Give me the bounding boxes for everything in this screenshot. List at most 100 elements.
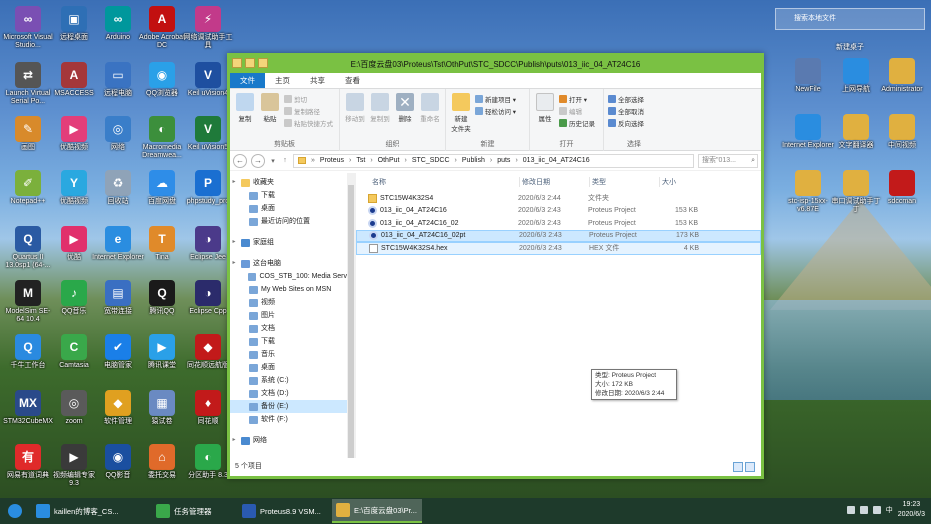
column-name[interactable]: 名称: [370, 176, 520, 187]
input-language[interactable]: 中: [886, 505, 893, 515]
nav-item[interactable]: 系统 (C:): [230, 374, 347, 387]
breadcrumb-segment[interactable]: Proteus: [320, 157, 344, 164]
desktop-shortcut[interactable]: ⚡ 网络调试助手工具: [182, 6, 234, 50]
chevron-right-icon[interactable]: ›: [349, 157, 351, 164]
history-button[interactable]: 历史记录: [559, 118, 595, 128]
chevron-right-icon[interactable]: ›: [404, 157, 406, 164]
desktop-shortcut[interactable]: Q 千牛工作台: [2, 334, 54, 370]
nav-item[interactable]: 备份 (E:): [230, 400, 347, 413]
file-row[interactable]: 013_iic_04_AT24C16 2020/6/3 2:43 Proteus P…: [356, 205, 761, 218]
cut-button[interactable]: 剪切: [284, 94, 333, 104]
column-size[interactable]: 大小: [660, 177, 700, 187]
file-row[interactable]: 013_iic_04_AT24C16_02pt 2020/6/3 2:43 Prot…: [356, 229, 761, 242]
breadcrumb-segment[interactable]: 013_iic_04_AT24C16: [523, 157, 590, 164]
new-item-button[interactable]: 新建项目 ▾: [475, 94, 516, 104]
select-none-button[interactable]: 全部取消: [608, 106, 644, 116]
expand-caret-icon[interactable]: ▸: [230, 434, 238, 447]
desktop-shortcut[interactable]: 有网易有道词典: [2, 444, 54, 480]
nav-item[interactable]: 音乐: [230, 348, 347, 361]
nav-item[interactable]: 文档 (D:): [230, 387, 347, 400]
open-button[interactable]: 打开 ▾: [559, 94, 595, 104]
nav-item[interactable]: 最近访问的位置: [230, 215, 347, 228]
nav-item[interactable]: 桌面: [230, 202, 347, 215]
breadcrumb-segment[interactable]: Tst: [356, 157, 365, 164]
desktop-shortcut[interactable]: ✐ Notepad++: [2, 170, 54, 206]
clock[interactable]: 19:23 2020/6/3: [898, 500, 925, 520]
taskbar-app-button[interactable]: kaillen的博客_CS...: [32, 499, 150, 523]
back-button[interactable]: ←: [233, 153, 247, 168]
desktop-shortcut[interactable]: 中间视频: [876, 114, 928, 150]
desktop-shortcut[interactable]: ▦ 猿试卷: [136, 390, 188, 426]
desktop-shortcut[interactable]: ⌂ 委托交易: [136, 444, 188, 480]
search-input[interactable]: 搜索"013... ⌕: [698, 153, 758, 168]
recent-locations-button[interactable]: ▾: [269, 157, 277, 165]
chevron-right-icon[interactable]: ›: [370, 157, 372, 164]
desktop-shortcut[interactable]: M ModelSim SE-64 10.4: [2, 280, 54, 324]
expand-caret-icon[interactable]: ▸: [230, 176, 238, 189]
easy-access-button[interactable]: 轻松访问 ▾: [475, 106, 516, 116]
desktop-shortcut[interactable]: T Tina: [136, 226, 188, 262]
nav-item[interactable]: 下载: [230, 189, 347, 202]
breadcrumb-segment[interactable]: STC_SDCC: [412, 157, 450, 164]
tray-network-icon[interactable]: [846, 506, 855, 514]
paste-shortcut-button[interactable]: 粘贴快捷方式: [284, 118, 333, 128]
desktop-shortcut[interactable]: Administrator: [876, 58, 928, 94]
forward-button[interactable]: →: [251, 153, 265, 168]
tab-share[interactable]: 共享: [300, 73, 335, 88]
desktop-shortcut[interactable]: ∞ Microsoft Visual Studio...: [2, 6, 54, 50]
start-button[interactable]: [0, 499, 30, 523]
desktop-shortcut[interactable]: ◉ QQ浏览器: [136, 62, 188, 98]
nav-section-header[interactable]: ▸ 网络: [230, 434, 347, 447]
nav-section-header[interactable]: ▸ 家庭组: [230, 236, 347, 249]
desktop-shortcut[interactable]: sdccman: [876, 170, 928, 206]
chevron-right-icon[interactable]: ›: [515, 157, 517, 164]
desktop-shortcut[interactable]: ◐ Macromedia Dreamwea...: [136, 116, 188, 160]
desktop-shortcut[interactable]: ⇄ Launch Virtual Serial Po...: [2, 62, 54, 106]
nav-section-header[interactable]: ▸ 收藏夹: [230, 176, 347, 189]
desktop-shortcut[interactable]: MX STM32CubeMX: [2, 390, 54, 426]
desktop-shortcut[interactable]: ✎ 画图: [2, 116, 54, 152]
invert-selection-button[interactable]: 反向选择: [608, 118, 644, 128]
address-bar[interactable]: » Proteus › Tst › OthPut › STC_SDCC › Publish › pu…: [293, 153, 694, 168]
select-all-button[interactable]: 全部选择: [608, 94, 644, 104]
taskbar-app-button[interactable]: Proteus8.9 VSM...: [238, 499, 330, 523]
nav-item[interactable]: 图片: [230, 309, 347, 322]
column-date[interactable]: 修改日期: [520, 176, 590, 187]
desktop-shortcut[interactable]: 文字翻译器: [830, 114, 882, 150]
desktop-shortcut[interactable]: Q 腾讯QQ: [136, 280, 188, 316]
chevron-right-icon[interactable]: ›: [455, 157, 457, 164]
large-icons-view-icon[interactable]: [745, 462, 755, 472]
desktop-shortcut[interactable]: A Adobe Acrobat DC: [136, 6, 188, 50]
desktop-shortcut[interactable]: 上网导航: [830, 58, 882, 94]
file-row[interactable]: 013_iic_04_AT24C16_02 2020/6/3 2:43 Proteu…: [356, 217, 761, 230]
taskbar-app-button[interactable]: 任务管理器: [152, 499, 236, 523]
nav-item[interactable]: 文档: [230, 322, 347, 335]
title-bar[interactable]: E:\百度云盘03\Proteus\Tst\OthPut\STC_SDCC\Pu…: [230, 56, 761, 73]
details-view-icon[interactable]: [733, 462, 743, 472]
edit-button[interactable]: 编辑: [559, 106, 595, 116]
tab-view[interactable]: 查看: [335, 73, 370, 88]
nav-section-header[interactable]: ▸ 这台电脑: [230, 257, 347, 270]
taskbar-app-button[interactable]: E:\百度云盘03\Pr...: [332, 499, 422, 523]
nav-item[interactable]: 视频: [230, 296, 347, 309]
file-row[interactable]: STC15W4K32S4 2020/6/3 2:44 文件夹: [356, 192, 761, 205]
nav-item[interactable]: COS_STB_100: Media Serv: [230, 270, 347, 283]
desktop-shortcut[interactable]: Internet Explorer: [782, 114, 834, 150]
desktop-shortcut[interactable]: NewFile: [782, 58, 834, 94]
tab-file[interactable]: 文件: [230, 73, 265, 88]
desktop-shortcut[interactable]: Q Quartus II 13.0sp1 (64-...: [2, 226, 54, 270]
desktop-search-box[interactable]: 搜索本地文件: [775, 8, 925, 30]
column-type[interactable]: 类型: [590, 176, 660, 187]
expand-caret-icon[interactable]: ▸: [230, 257, 238, 270]
navigation-scrollbar-thumb[interactable]: [348, 185, 354, 458]
nav-item[interactable]: 软件 (F:): [230, 413, 347, 426]
desktop-shortcut[interactable]: ☁ 百度网盘: [136, 170, 188, 206]
tab-home[interactable]: 主页: [265, 73, 300, 88]
tray-volume-icon[interactable]: [859, 506, 868, 514]
file-row[interactable]: STC15W4K32S4.hex 2020/6/3 2:43 HEX 文件 4 KB: [356, 242, 761, 255]
navigation-scrollbar[interactable]: [347, 173, 355, 458]
desktop-shortcut[interactable]: 串口调试助手丁丁: [830, 170, 882, 214]
nav-item[interactable]: 桌面: [230, 361, 347, 374]
chevron-right-icon[interactable]: ›: [490, 157, 492, 164]
nav-item[interactable]: 下载: [230, 335, 347, 348]
